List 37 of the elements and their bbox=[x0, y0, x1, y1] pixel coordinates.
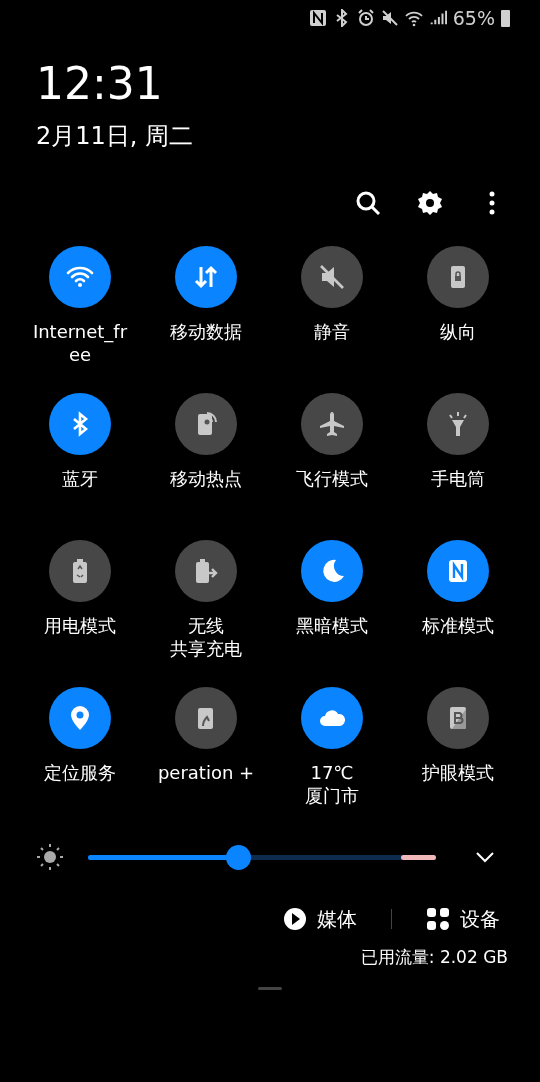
data-usage-text: 已用流量: 2.02 GB bbox=[359, 946, 509, 969]
slider-limit bbox=[401, 854, 436, 860]
tile-label: 飞行模式 bbox=[296, 467, 368, 490]
alarm-icon bbox=[356, 9, 375, 27]
clock-time: 12:31 bbox=[36, 58, 164, 110]
play-icon bbox=[283, 907, 307, 931]
tile-label: peration + bbox=[157, 761, 255, 784]
tile-label: 蓝牙 bbox=[62, 467, 98, 490]
tile-label: 定位服务 bbox=[44, 761, 116, 784]
drag-handle[interactable] bbox=[258, 987, 282, 990]
grid-icon bbox=[426, 907, 450, 931]
tile-label: 用电模式 bbox=[44, 614, 116, 637]
media-button[interactable]: 媒体 bbox=[283, 905, 357, 933]
devices-button[interactable]: 设备 bbox=[426, 905, 500, 933]
tile-label: 护眼模式 bbox=[422, 761, 494, 784]
signal-icon bbox=[428, 9, 447, 27]
sun-icon bbox=[34, 841, 66, 873]
search-icon[interactable] bbox=[354, 189, 382, 217]
tile-label: 移动热点 bbox=[170, 467, 242, 490]
tile-label: 17℃ 厦门市 bbox=[305, 761, 359, 807]
mute-icon bbox=[380, 9, 399, 27]
tile-label: 黑暗模式 bbox=[296, 614, 368, 637]
wifi-icon bbox=[404, 9, 423, 27]
slider-thumb[interactable] bbox=[225, 844, 251, 870]
tile-label: 手电筒 bbox=[431, 467, 485, 490]
tile-label: 纵向 bbox=[440, 320, 476, 343]
date-text: 2月11日, 周二 bbox=[36, 121, 195, 152]
battery-percent: 65% bbox=[452, 7, 495, 29]
settings-icon[interactable] bbox=[416, 189, 444, 217]
nfc-icon bbox=[308, 9, 327, 27]
brightness-slider[interactable] bbox=[88, 844, 436, 870]
tile-label: 标准模式 bbox=[422, 614, 494, 637]
tile-label: Internet_fr ee bbox=[32, 320, 128, 366]
tile-label: 静音 bbox=[314, 320, 350, 343]
tile-label: 移动数据 bbox=[170, 320, 242, 343]
battery-icon bbox=[501, 9, 510, 27]
tile-label: 无线 共享充电 bbox=[170, 614, 242, 660]
